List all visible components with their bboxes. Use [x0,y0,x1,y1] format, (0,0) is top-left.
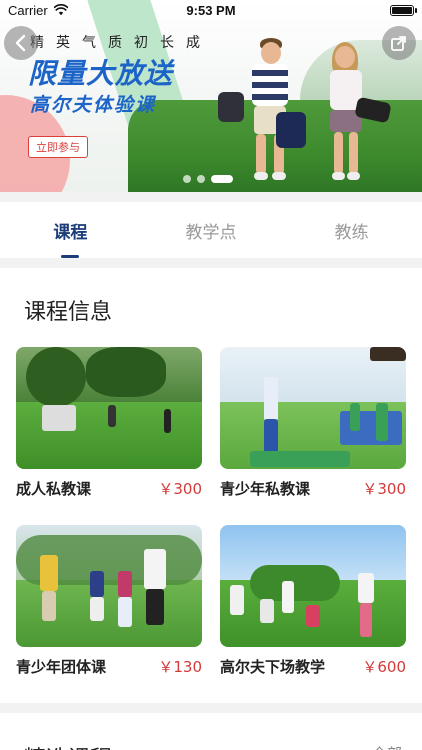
tab-label: 课程 [53,222,88,243]
course-card[interactable]: 青少年团体课 ￥130 [16,525,202,676]
course-thumbnail [220,525,406,647]
course-price: ￥130 [158,658,202,676]
view-all-link[interactable]: 全部 [372,743,402,750]
back-button[interactable] [4,26,38,60]
carousel-dot-active[interactable] [211,175,233,183]
course-card[interactable]: 青少年私教课 ￥300 [220,347,406,498]
banner-golf-bag [218,92,244,122]
battery-icon [390,5,417,16]
promo-banner[interactable]: 精英气质初长成 限量大放送 高尔夫体验课 立即参与 [0,0,422,192]
course-thumbnail [220,347,406,469]
tab-courses[interactable]: 课程 [0,202,141,258]
course-price: ￥300 [362,480,406,498]
banner-slogan-headline: 限量大放送 [28,57,174,90]
banner-slogan-top: 精英气质初长成 [30,35,212,51]
section-title: 精选课程 [24,741,112,750]
section-title: 课程信息 [24,300,113,325]
featured-section: 精选课程 全部 [0,713,422,750]
tab-active-indicator [61,255,80,258]
tab-label: 教练 [334,222,369,243]
tab-label: 教学点 [185,222,237,243]
course-card[interactable]: 高尔夫下场教学 ￥600 [220,525,406,676]
course-name: 青少年私教课 [220,480,311,498]
tab-teaching-points[interactable]: 教学点 [141,202,282,258]
chevron-left-icon [15,34,26,52]
banner-slogan-subline: 高尔夫体验课 [30,94,157,116]
course-thumbnail [16,525,202,647]
course-card[interactable]: 成人私教课 ￥300 [16,347,202,498]
carousel-indicator [183,175,233,183]
course-thumbnail [16,347,202,469]
join-now-button[interactable]: 立即参与 [28,136,88,158]
course-name: 高尔夫下场教学 [220,658,326,676]
carousel-dot[interactable] [183,175,191,183]
carousel-dot[interactable] [197,175,205,183]
tab-coaches[interactable]: 教练 [281,202,422,258]
share-button[interactable] [382,26,416,60]
course-name: 青少年团体课 [16,658,107,676]
course-name: 成人私教课 [16,480,92,498]
banner-golf-bag [276,112,306,148]
share-icon [391,36,406,51]
course-price: ￥300 [158,480,202,498]
course-price: ￥600 [362,658,406,676]
clock: 9:53 PM [186,3,236,18]
status-bar: Carrier 9:53 PM [0,0,422,22]
courses-section: 课程信息 成人私教课 ￥300 青少年私教课 ￥300 青少年团体课 ￥130 … [0,268,422,703]
tab-bar: 课程 教学点 教练 [0,202,422,258]
